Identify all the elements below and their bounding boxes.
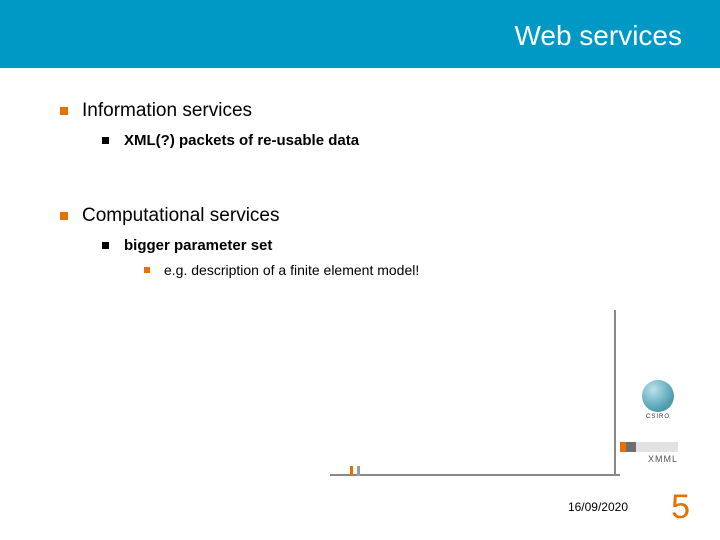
brand-stripe [620, 442, 678, 452]
vertical-divider [614, 310, 616, 474]
title-bar: Web services [0, 0, 720, 68]
csiro-logo-text: CSIRO [638, 414, 678, 420]
subbullet-xml-packets: XML(?) packets of re-usable data [102, 132, 680, 149]
bullet-information-services: Information services XML(?) packets of r… [60, 100, 680, 149]
bullet-label: Computational services [82, 205, 279, 226]
csiro-logo: CSIRO [638, 380, 678, 424]
footer-tick-orange [350, 466, 353, 476]
subbullet-label: bigger parameter set [124, 237, 272, 254]
xmml-logo-text: XMML [648, 454, 678, 464]
subsubbullet-finite-element: e.g. description of a finite element mod… [144, 262, 680, 278]
page-number: 5 [671, 488, 690, 527]
slide-body: Information services XML(?) packets of r… [60, 100, 680, 304]
globe-icon [642, 380, 674, 412]
footer-divider [330, 474, 620, 476]
bullet-computational-services: Computational services bigger parameter … [60, 205, 680, 278]
footer-tick-grey [357, 466, 360, 476]
footer-date: 16/09/2020 [568, 500, 628, 514]
subsubbullet-label: e.g. description of a finite element mod… [164, 262, 419, 278]
slide: Web services Information services XML(?)… [0, 0, 720, 540]
slide-title: Web services [514, 20, 682, 52]
bullet-label: Information services [82, 100, 252, 121]
subbullet-label: XML(?) packets of re-usable data [124, 132, 359, 149]
subbullet-bigger-parameter-set: bigger parameter set e.g. description of… [102, 237, 680, 278]
